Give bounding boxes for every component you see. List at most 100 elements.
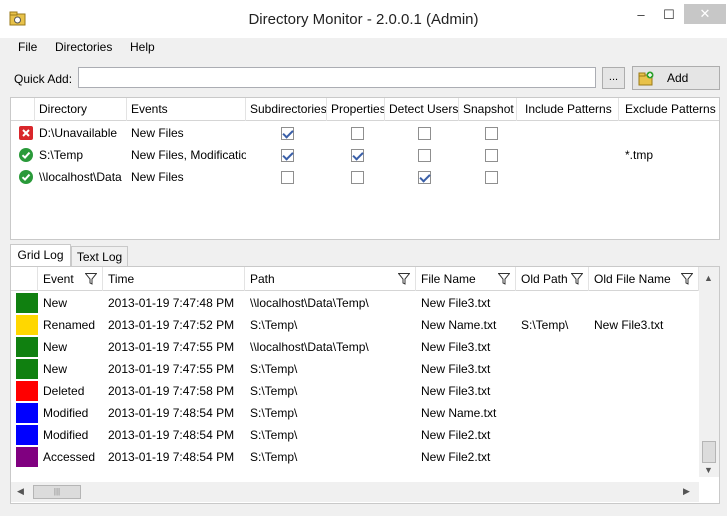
event-color-swatch <box>16 403 38 423</box>
subdirectories-checkbox[interactable] <box>281 127 294 140</box>
log-event: New <box>43 340 68 354</box>
include-patterns <box>523 166 619 188</box>
directory-row[interactable]: S:\Temp New Files, Modificatio... *.tmp <box>11 144 719 166</box>
snapshot-checkbox[interactable] <box>485 127 498 140</box>
subdirectories-checkbox[interactable] <box>281 171 294 184</box>
log-path: S:\Temp\ <box>250 362 298 376</box>
log-path: S:\Temp\ <box>250 384 298 398</box>
log-row[interactable]: New 2013-01-19 7:47:48 PM \\localhost\Data… <box>11 292 711 314</box>
filter-funnel-icon[interactable] <box>85 273 97 285</box>
header-old-path[interactable]: Old Path <box>516 267 589 291</box>
scroll-left-icon[interactable]: ◀ <box>17 486 24 497</box>
log-row[interactable]: Accessed 2013-01-19 7:48:54 PM S:\Temp\ New… <box>11 446 711 468</box>
tab-text-log[interactable]: Text Log <box>71 246 128 268</box>
minimize-button[interactable]: – <box>628 4 654 26</box>
log-row[interactable]: New 2013-01-19 7:47:55 PM S:\Temp\ New File… <box>11 358 711 380</box>
header-subdirectories[interactable]: Subdirectories <box>246 98 327 121</box>
event-color-swatch <box>16 381 38 401</box>
log-old-path <box>521 336 589 358</box>
header-file-name[interactable]: File Name <box>416 267 516 291</box>
browse-button[interactable]: ... <box>602 67 625 89</box>
exclude-patterns: *.tmp <box>625 148 654 162</box>
vertical-scroll-thumb[interactable] <box>702 441 716 463</box>
add-button-label: Add <box>667 71 689 85</box>
log-old-file-name <box>594 446 699 468</box>
detect-users-checkbox[interactable] <box>418 171 431 184</box>
log-event: Modified <box>43 406 89 420</box>
title-bar: Directory Monitor - 2.0.0.1 (Admin) – ☐ … <box>0 0 727 38</box>
log-time: 2013-01-19 7:47:52 PM <box>108 318 235 332</box>
vertical-scrollbar[interactable]: ▲ ▼ <box>699 267 719 477</box>
snapshot-checkbox[interactable] <box>485 171 498 184</box>
add-button[interactable]: Add <box>632 66 720 90</box>
properties-checkbox[interactable] <box>351 171 364 184</box>
header-directory[interactable]: Directory <box>35 98 127 121</box>
directory-events: New Files <box>131 170 184 184</box>
horizontal-scrollbar[interactable]: ◀ ||| ▶ <box>11 482 699 502</box>
menu-directories[interactable]: Directories <box>55 40 112 54</box>
scroll-up-icon[interactable]: ▲ <box>704 273 713 283</box>
directory-row[interactable]: \\localhost\Data New Files <box>11 166 719 188</box>
window-title: Directory Monitor - 2.0.0.1 (Admin) <box>248 11 479 28</box>
filter-funnel-icon[interactable] <box>398 273 410 285</box>
header-path-label: Path <box>250 272 275 286</box>
log-path: S:\Temp\ <box>250 406 298 420</box>
directory-grid-header: Directory Events Subdirectories Properti… <box>11 98 719 121</box>
directory-events: New Files, Modificatio... <box>131 148 246 162</box>
horizontal-scroll-thumb[interactable]: ||| <box>33 485 81 499</box>
log-row[interactable]: Renamed 2013-01-19 7:47:52 PM S:\Temp\ New … <box>11 314 711 336</box>
log-old-file-name <box>594 292 699 314</box>
header-time[interactable]: Time <box>103 267 245 291</box>
log-old-file-name <box>594 402 699 424</box>
log-path: \\localhost\Data\Temp\ <box>250 296 369 310</box>
log-row[interactable]: New 2013-01-19 7:47:55 PM \\localhost\Data… <box>11 336 711 358</box>
properties-checkbox[interactable] <box>351 127 364 140</box>
header-exclude-patterns[interactable]: Exclude Patterns <box>619 98 719 121</box>
close-button[interactable]: ✕ <box>684 4 726 24</box>
detect-users-checkbox[interactable] <box>418 127 431 140</box>
log-event: Renamed <box>43 318 96 332</box>
filter-funnel-icon[interactable] <box>498 273 510 285</box>
header-snapshot[interactable]: Snapshot <box>459 98 517 121</box>
directory-path: S:\Temp <box>39 148 84 162</box>
quick-add-input[interactable] <box>78 67 596 88</box>
filter-funnel-icon[interactable] <box>681 273 693 285</box>
log-old-path <box>521 446 589 468</box>
menu-file[interactable]: File <box>18 40 37 54</box>
menu-help[interactable]: Help <box>130 40 155 54</box>
header-detect-users[interactable]: Detect Users <box>385 98 459 121</box>
log-event: New <box>43 296 68 310</box>
filter-funnel-icon[interactable] <box>571 273 583 285</box>
tab-grid-log[interactable]: Grid Log <box>10 244 71 268</box>
detect-users-checkbox[interactable] <box>418 149 431 162</box>
scroll-down-icon[interactable]: ▼ <box>704 465 713 475</box>
log-old-path <box>521 424 589 446</box>
header-event[interactable]: Event <box>38 267 103 291</box>
red-x-icon <box>19 126 33 140</box>
include-patterns <box>523 144 619 166</box>
header-path[interactable]: Path <box>245 267 416 291</box>
log-file-name: New File2.txt <box>421 428 491 442</box>
header-old-file-name[interactable]: Old File Name <box>589 267 699 291</box>
header-events[interactable]: Events <box>127 98 246 121</box>
log-old-file-name <box>594 336 699 358</box>
green-check-icon <box>19 148 33 162</box>
header-properties[interactable]: Properties <box>327 98 385 121</box>
log-event: New <box>43 362 68 376</box>
log-old-path <box>521 292 589 314</box>
snapshot-checkbox[interactable] <box>485 149 498 162</box>
properties-checkbox[interactable] <box>351 149 364 162</box>
log-row[interactable]: Deleted 2013-01-19 7:47:58 PM S:\Temp\ New … <box>11 380 711 402</box>
subdirectories-checkbox[interactable] <box>281 149 294 162</box>
log-event: Modified <box>43 428 89 442</box>
log-old-path <box>521 380 589 402</box>
scroll-right-icon[interactable]: ▶ <box>683 486 690 497</box>
log-row[interactable]: Modified 2013-01-19 7:48:54 PM S:\Temp\ New… <box>11 424 711 446</box>
log-time: 2013-01-19 7:48:54 PM <box>108 406 235 420</box>
log-row[interactable]: Modified 2013-01-19 7:48:54 PM S:\Temp\ New… <box>11 402 711 424</box>
header-old-path-label: Old Path <box>521 272 568 286</box>
directory-row[interactable]: D:\Unavailable New Files <box>11 122 719 144</box>
header-include-patterns[interactable]: Include Patterns <box>517 98 619 121</box>
log-file-name: New File3.txt <box>421 340 491 354</box>
maximize-button[interactable]: ☐ <box>656 4 682 26</box>
